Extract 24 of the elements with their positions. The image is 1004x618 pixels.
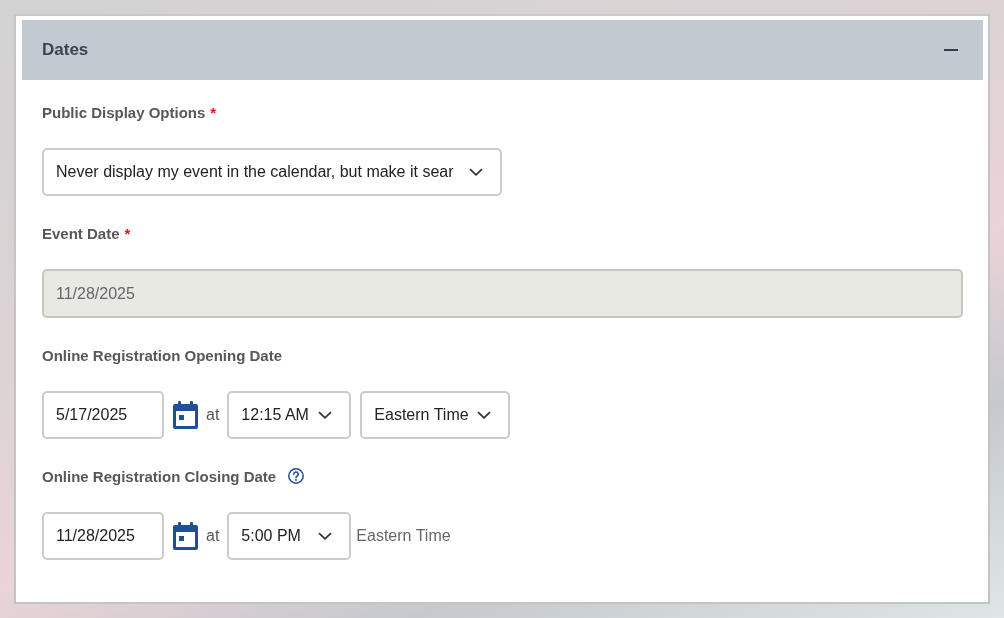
field-label: Online Registration Opening Date [42,346,283,364]
required-mark: * [210,103,217,121]
section-header[interactable]: Dates [22,20,983,80]
field-label: Online Registration Closing Date [42,467,277,485]
timezone-dropdown[interactable]: Eastern Time [360,391,510,439]
chevron-icon [318,532,333,540]
time-dropdown[interactable]: 12:15 AM [227,391,352,439]
field-label: Event Date [42,224,120,242]
date-field[interactable]: 11/28/2025 [42,512,164,560]
section-title: Dates [42,40,89,60]
chevron-icon [469,168,483,176]
help-icon[interactable] [288,468,305,484]
chevron-icon [476,411,491,419]
connector-label: at [206,406,220,424]
connector-label: at [206,527,220,545]
timezone-label: Eastern Time [356,527,451,545]
dropdown[interactable]: Never display my event in the calendar, but make it sear [42,148,502,196]
calendar-icon[interactable] [173,401,198,429]
chevron-icon [318,411,333,419]
field-label: Public Display Options [42,103,206,121]
required-mark: * [124,224,131,242]
calendar-icon[interactable] [173,522,198,550]
date-field[interactable]: 5/17/2025 [42,391,164,439]
time-dropdown[interactable]: 5:00 PM [227,512,352,560]
